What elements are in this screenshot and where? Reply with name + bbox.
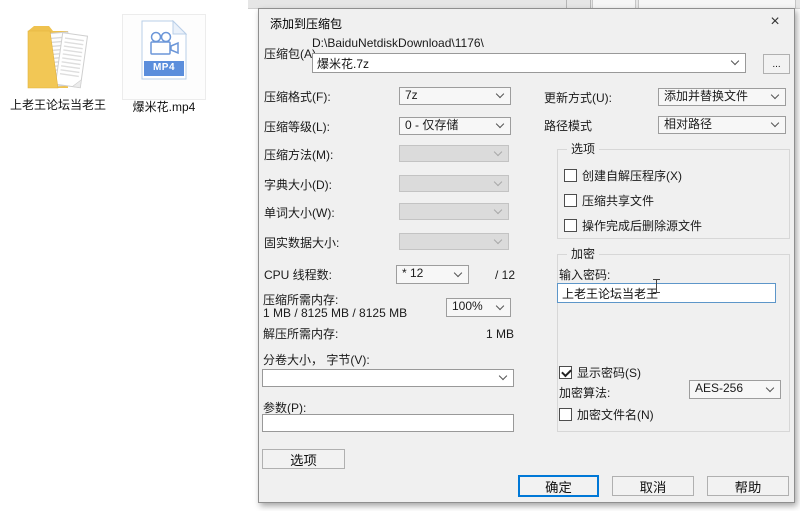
word-size-combo bbox=[399, 203, 509, 220]
dictionary-label: 字典大小(D): bbox=[264, 178, 332, 192]
dictionary-combo bbox=[399, 175, 509, 192]
word-size-label: 单词大小(W): bbox=[264, 206, 335, 220]
checkbox-checked-icon bbox=[559, 366, 572, 379]
folder-icon bbox=[27, 26, 89, 89]
chevron-down-icon bbox=[453, 268, 463, 277]
options-group-title: 选项 bbox=[567, 143, 600, 156]
method-combo bbox=[399, 145, 509, 162]
chevron-down-icon bbox=[493, 147, 503, 156]
path-mode-label: 路径模式 bbox=[544, 119, 593, 133]
archive-name-combo[interactable] bbox=[312, 53, 746, 73]
checkbox-encrypt-names[interactable]: 加密文件名(N) bbox=[559, 406, 654, 423]
volume-size-input[interactable] bbox=[263, 370, 513, 386]
cpu-threads-combo[interactable]: * 12 bbox=[396, 265, 469, 284]
encryption-group-title: 加密 bbox=[567, 248, 600, 261]
update-mode-combo[interactable]: 添加并替换文件 bbox=[658, 88, 786, 106]
encryption-method-combo[interactable]: AES-256 bbox=[689, 380, 781, 399]
password-field bbox=[557, 283, 776, 303]
memory-decompress-label: 解压所需内存: bbox=[263, 327, 339, 341]
parameters-label: 参数(P): bbox=[263, 401, 307, 415]
memory-percent-combo[interactable]: 100% bbox=[446, 298, 511, 317]
memory-compress-label: 压缩所需内存: bbox=[263, 293, 339, 307]
archive-name-input[interactable] bbox=[313, 54, 745, 72]
checkbox-label: 显示密码(S) bbox=[577, 366, 641, 380]
mp4-file-label: 爆米花.mp4 bbox=[132, 100, 196, 114]
checkbox-create-sfx[interactable]: 创建自解压程序(X) bbox=[564, 167, 682, 184]
format-label: 压缩格式(F): bbox=[264, 90, 331, 104]
desktop-icon-folder[interactable]: 上老王论坛当老王 bbox=[10, 18, 106, 113]
checkbox-label: 压缩共享文件 bbox=[582, 194, 655, 208]
checkbox-show-password[interactable]: 显示密码(S) bbox=[559, 364, 641, 381]
chevron-down-icon bbox=[495, 301, 505, 310]
chevron-down-icon bbox=[495, 119, 505, 129]
mp4-badge-label: MP4 bbox=[152, 62, 176, 73]
encryption-method-label: 加密算法: bbox=[559, 386, 611, 400]
update-mode-value: 添加并替换文件 bbox=[664, 89, 749, 103]
encryption-method-value: AES-256 bbox=[695, 381, 744, 395]
folder-label: 上老王论坛当老王 bbox=[10, 98, 107, 112]
checkbox-label: 创建自解压程序(X) bbox=[582, 169, 682, 183]
volume-size-label: 分卷大小， 字节(V): bbox=[263, 353, 370, 367]
chevron-down-icon bbox=[770, 90, 780, 100]
volume-size-combo[interactable] bbox=[262, 369, 514, 387]
level-combo[interactable]: 0 - 仅存储 bbox=[399, 117, 511, 135]
password-label: 输入密码: bbox=[559, 268, 611, 282]
chevron-down-icon bbox=[493, 205, 503, 214]
chevron-down-icon bbox=[493, 177, 503, 186]
parameters-input[interactable] bbox=[263, 415, 513, 431]
solid-block-label: 固实数据大小: bbox=[264, 236, 340, 250]
checkbox-label: 操作完成后删除源文件 bbox=[582, 219, 703, 233]
cpu-threads-value: * 12 bbox=[402, 266, 424, 280]
checkbox-shared-files[interactable]: 压缩共享文件 bbox=[564, 192, 654, 209]
chevron-down-icon bbox=[495, 89, 505, 99]
ok-button[interactable]: 确定 bbox=[518, 475, 599, 497]
browse-button[interactable]: ... bbox=[763, 54, 790, 74]
path-mode-combo[interactable]: 相对路径 bbox=[658, 116, 786, 134]
level-value: 0 - 仅存储 bbox=[405, 118, 459, 132]
checkbox-icon bbox=[559, 408, 572, 421]
cpu-threads-label: CPU 线程数: bbox=[264, 268, 333, 282]
desktop-icon-mp4[interactable]: MP4 爆米花.mp4 bbox=[116, 20, 212, 115]
chevron-down-icon bbox=[770, 118, 780, 128]
options-button[interactable]: 选项 bbox=[262, 449, 345, 469]
dialog-title: 添加到压缩包 bbox=[270, 17, 343, 31]
format-combo[interactable]: 7z bbox=[399, 87, 511, 105]
password-input[interactable] bbox=[558, 284, 775, 302]
cancel-button[interactable]: 取消 bbox=[612, 476, 694, 496]
archive-path: D:\BaiduNetdiskDownload\1176\ bbox=[312, 36, 484, 50]
level-label: 压缩等级(L): bbox=[264, 120, 331, 134]
checkbox-icon bbox=[564, 194, 577, 207]
update-mode-label: 更新方式(U): bbox=[544, 91, 612, 105]
checkbox-icon bbox=[564, 219, 577, 232]
checkbox-delete-after[interactable]: 操作完成后删除源文件 bbox=[564, 217, 702, 234]
chevron-down-icon bbox=[493, 235, 503, 244]
help-button[interactable]: 帮助 bbox=[707, 476, 789, 496]
memory-percent-value: 100% bbox=[452, 299, 483, 313]
format-value: 7z bbox=[405, 88, 418, 102]
memory-compress-detail: 1 MB / 8125 MB / 8125 MB bbox=[263, 306, 408, 320]
method-label: 压缩方法(M): bbox=[264, 148, 334, 162]
chevron-down-icon bbox=[765, 383, 775, 392]
parameters-field bbox=[262, 414, 514, 432]
add-to-archive-dialog: 添加到压缩包 × 压缩包(A) D:\BaiduNetdiskDownload\… bbox=[258, 8, 795, 503]
archive-label: 压缩包(A) bbox=[264, 47, 316, 61]
checkbox-icon bbox=[564, 169, 577, 182]
path-mode-value: 相对路径 bbox=[664, 117, 713, 131]
cpu-threads-max: / 12 bbox=[495, 268, 516, 282]
close-icon[interactable]: × bbox=[760, 9, 790, 35]
memory-decompress-value: 1 MB bbox=[485, 327, 514, 341]
solid-block-combo bbox=[399, 233, 509, 250]
checkbox-label: 加密文件名(N) bbox=[577, 408, 654, 422]
